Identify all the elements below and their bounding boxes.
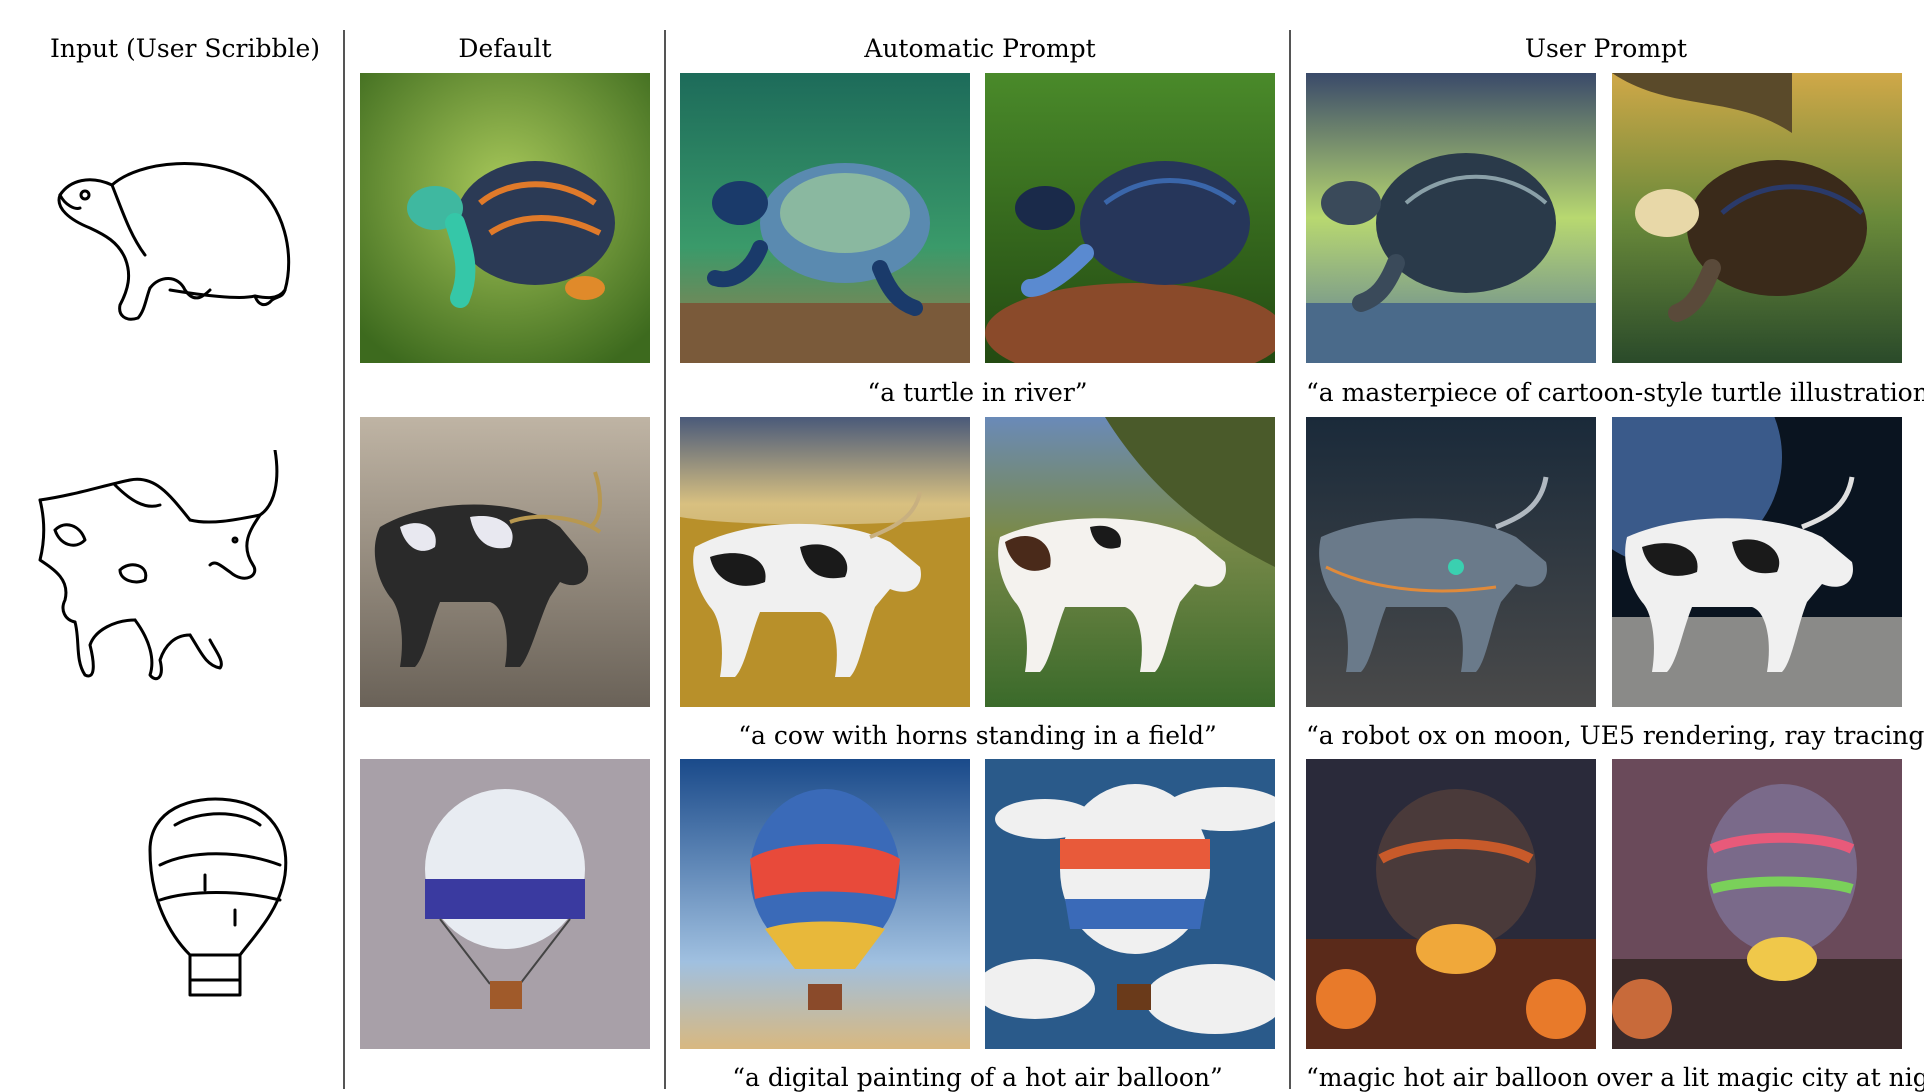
header-automatic-prompt: Automatic Prompt — [864, 34, 1096, 63]
image-automatic-cow-1 — [680, 417, 970, 707]
image-automatic-turtle-1 — [680, 73, 970, 363]
divider-2 — [664, 30, 666, 1089]
image-user-turtle-1 — [1306, 73, 1596, 363]
caption-user-row2: “a robot ox on moon, UE5 rendering, ray … — [1306, 721, 1924, 750]
header-input: Input (User Scribble) — [49, 34, 321, 63]
caption-automatic-row3: “a digital painting of a hot air balloon… — [732, 1063, 1223, 1092]
image-automatic-balloon-2 — [985, 759, 1275, 1049]
scribble-turtle — [50, 150, 300, 330]
image-automatic-balloon-1 — [680, 759, 970, 1049]
scribble-cow — [35, 450, 285, 685]
header-default: Default — [458, 34, 552, 63]
caption-user-row3: “magic hot air balloon over a lit magic … — [1306, 1063, 1924, 1092]
image-default-cow — [360, 417, 650, 707]
image-user-balloon-2 — [1612, 759, 1902, 1049]
caption-automatic-row2: “a cow with horns standing in a field” — [738, 721, 1217, 750]
image-default-balloon — [360, 759, 650, 1049]
header-user-prompt: User Prompt — [1524, 34, 1688, 63]
image-user-cow-1 — [1306, 417, 1596, 707]
image-user-balloon-1 — [1306, 759, 1596, 1049]
scribble-balloon — [130, 790, 300, 1015]
image-user-turtle-2 — [1612, 73, 1902, 363]
divider-1 — [343, 30, 345, 1089]
divider-3 — [1289, 30, 1291, 1089]
caption-automatic-row1: “a turtle in river” — [867, 378, 1088, 407]
image-user-cow-2 — [1612, 417, 1902, 707]
caption-user-row1: “a masterpiece of cartoon-style turtle i… — [1306, 378, 1924, 407]
image-automatic-cow-2 — [985, 417, 1275, 707]
image-automatic-turtle-2 — [985, 73, 1275, 363]
image-default-turtle — [360, 73, 650, 363]
